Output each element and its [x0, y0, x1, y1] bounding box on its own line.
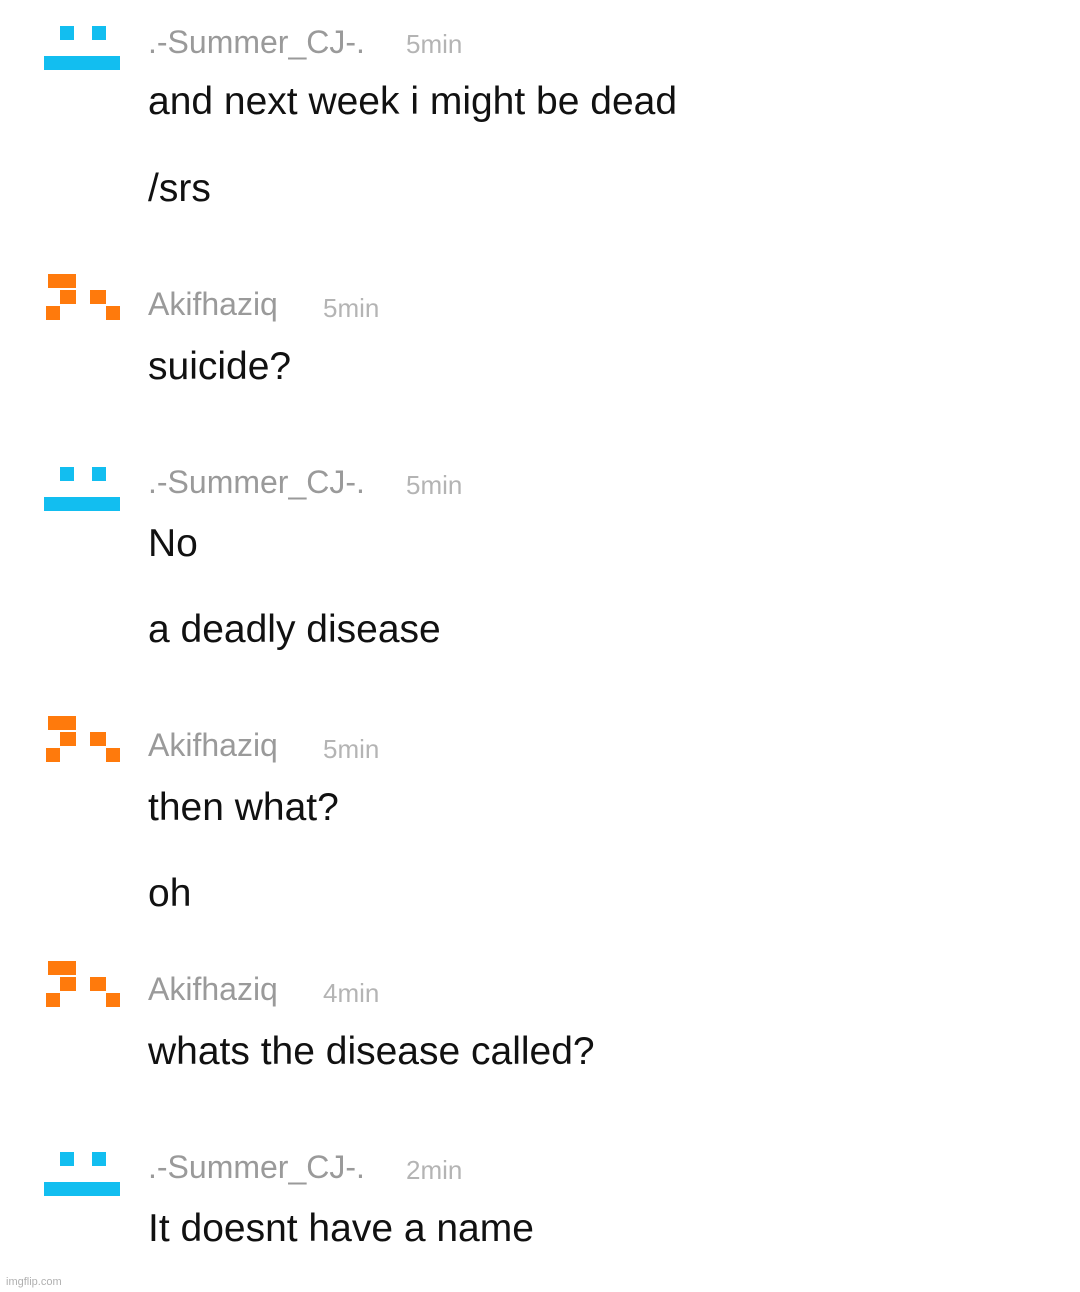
username[interactable]: .-Summer_CJ-. — [148, 26, 365, 58]
timestamp: 5min — [406, 29, 463, 59]
orange-pixel-face-icon[interactable] — [44, 274, 122, 340]
cyan-pixel-face-icon[interactable] — [44, 1152, 122, 1218]
message-text: and next week i might be dead — [148, 80, 678, 123]
timestamp: 5min — [323, 734, 380, 764]
orange-pixel-face-icon[interactable] — [44, 961, 122, 1027]
username[interactable]: Akifhaziq — [148, 729, 278, 761]
timestamp: 2min — [406, 1155, 463, 1185]
username[interactable]: Akifhaziq — [148, 973, 278, 1005]
message-text: a deadly disease — [148, 608, 441, 651]
message-text: whats the disease called? — [148, 1030, 595, 1073]
timestamp: 5min — [323, 293, 380, 323]
orange-pixel-face-icon[interactable] — [44, 716, 122, 782]
watermark: imgflip.com — [6, 1276, 62, 1288]
message-text: then what? — [148, 786, 339, 829]
message-text: suicide? — [148, 345, 292, 388]
username[interactable]: .-Summer_CJ-. — [148, 466, 365, 498]
username[interactable]: .-Summer_CJ-. — [148, 1151, 365, 1183]
message-text: oh — [148, 872, 192, 915]
message-text: It doesnt have a name — [148, 1207, 534, 1250]
message-text: No — [148, 522, 198, 565]
timestamp: 4min — [323, 978, 380, 1008]
timestamp: 5min — [406, 470, 463, 500]
username[interactable]: Akifhaziq — [148, 288, 278, 320]
cyan-pixel-face-icon[interactable] — [44, 26, 122, 92]
cyan-pixel-face-icon[interactable] — [44, 467, 122, 533]
message-text: /srs — [148, 167, 211, 210]
